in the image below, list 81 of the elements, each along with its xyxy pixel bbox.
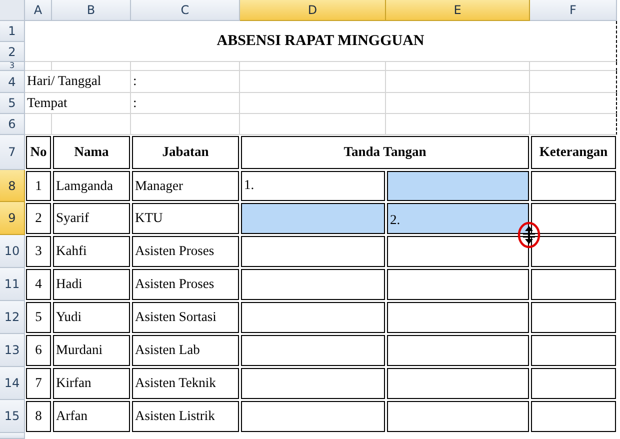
sheet-cell[interactable] <box>530 62 617 71</box>
table-cell[interactable] <box>387 302 529 333</box>
table-cell[interactable] <box>241 302 385 333</box>
resize-cursor-icon <box>523 226 535 244</box>
table-cell: Asisten Proses <box>132 269 239 300</box>
column-header[interactable]: D <box>240 0 386 21</box>
column-header[interactable]: A <box>25 0 52 21</box>
highlight-circle <box>518 222 540 248</box>
table-cell: KTU <box>132 203 239 234</box>
column-header[interactable]: C <box>131 0 240 21</box>
table-cell[interactable] <box>387 401 529 432</box>
column-heading: Jabatan <box>132 136 239 169</box>
sheet-cell[interactable] <box>530 71 617 93</box>
row-header[interactable]: 12 <box>0 301 25 334</box>
table-cell[interactable] <box>387 236 529 267</box>
row-header[interactable]: 4 <box>0 71 25 93</box>
table-cell: 2 <box>26 203 51 234</box>
row-header[interactable]: 9 <box>0 202 25 235</box>
table-cell: Lamganda <box>53 171 130 201</box>
table-cell[interactable] <box>241 269 385 300</box>
row-header[interactable]: 1 <box>0 21 25 42</box>
table-cell: Syarif <box>53 203 130 234</box>
table-cell[interactable] <box>387 171 529 201</box>
table-cell: Hadi <box>53 269 130 300</box>
row-header[interactable]: 2 <box>0 42 25 62</box>
separator-text: : <box>133 72 137 90</box>
row-header[interactable]: 6 <box>0 114 25 135</box>
row-header[interactable]: 14 <box>0 367 25 400</box>
row-header[interactable]: 5 <box>0 93 25 114</box>
table-cell: Asisten Listrik <box>132 401 239 432</box>
table-cell[interactable] <box>241 203 385 234</box>
column-header[interactable]: F <box>530 0 617 21</box>
table-cell: 7 <box>26 368 51 399</box>
row-header[interactable]: 13 <box>0 334 25 367</box>
table-cell: Murdani <box>53 335 130 366</box>
column-heading: Keterangan <box>531 136 616 169</box>
table-cell: Manager <box>132 171 239 201</box>
table-cell: Asisten Proses <box>132 236 239 267</box>
separator-text: : <box>133 94 137 112</box>
table-cell[interactable] <box>241 401 385 432</box>
table-cell[interactable] <box>241 368 385 399</box>
table-cell: Arfan <box>53 401 130 432</box>
table-cell: 4 <box>26 269 51 300</box>
column-heading: No <box>26 136 51 169</box>
table-cell: Asisten Lab <box>132 335 239 366</box>
table-cell: 3 <box>26 236 51 267</box>
sheet-cell[interactable] <box>530 114 617 135</box>
select-all-button[interactable] <box>0 0 25 21</box>
table-cell: Asisten Teknik <box>132 368 239 399</box>
table-cell: 1 <box>26 171 51 201</box>
column-heading: Nama <box>53 136 130 169</box>
table-cell[interactable] <box>241 236 385 267</box>
table-cell[interactable] <box>241 335 385 366</box>
column-header[interactable]: B <box>52 0 131 21</box>
row-header[interactable]: 11 <box>0 268 25 301</box>
table-cell: 6 <box>26 335 51 366</box>
field-label: Tempat <box>25 93 131 114</box>
table-cell: Yudi <box>53 302 130 333</box>
table-cell: Kahfi <box>53 236 130 267</box>
row-header[interactable]: 3 <box>0 62 25 71</box>
table-cell: Kirfan <box>53 368 130 399</box>
table-cell[interactable]: 2. <box>387 203 529 234</box>
row-header[interactable]: 8 <box>0 170 25 202</box>
table-cell: Asisten Sortasi <box>132 302 239 333</box>
table-cell: 5 <box>26 302 51 333</box>
table-cell[interactable]: 1. <box>241 171 385 201</box>
row-header[interactable]: 15 <box>0 400 25 433</box>
row-header[interactable]: 7 <box>0 135 25 170</box>
sheet-cell[interactable]: : <box>131 71 240 93</box>
sheet-title: ABSENSI RAPAT MINGGUAN <box>25 21 617 62</box>
row-header[interactable]: 10 <box>0 235 25 268</box>
sheet-cell[interactable]: : <box>131 93 240 114</box>
table-cell[interactable] <box>387 368 529 399</box>
column-header[interactable]: E <box>386 0 530 21</box>
table-cell[interactable] <box>387 269 529 300</box>
table-cell[interactable] <box>387 335 529 366</box>
row-header[interactable] <box>0 433 25 439</box>
table-cell: 8 <box>26 401 51 432</box>
sheet-cell[interactable] <box>530 93 617 114</box>
field-label: Hari/ Tanggal <box>25 71 131 93</box>
column-heading: Tanda Tangan <box>241 136 529 169</box>
